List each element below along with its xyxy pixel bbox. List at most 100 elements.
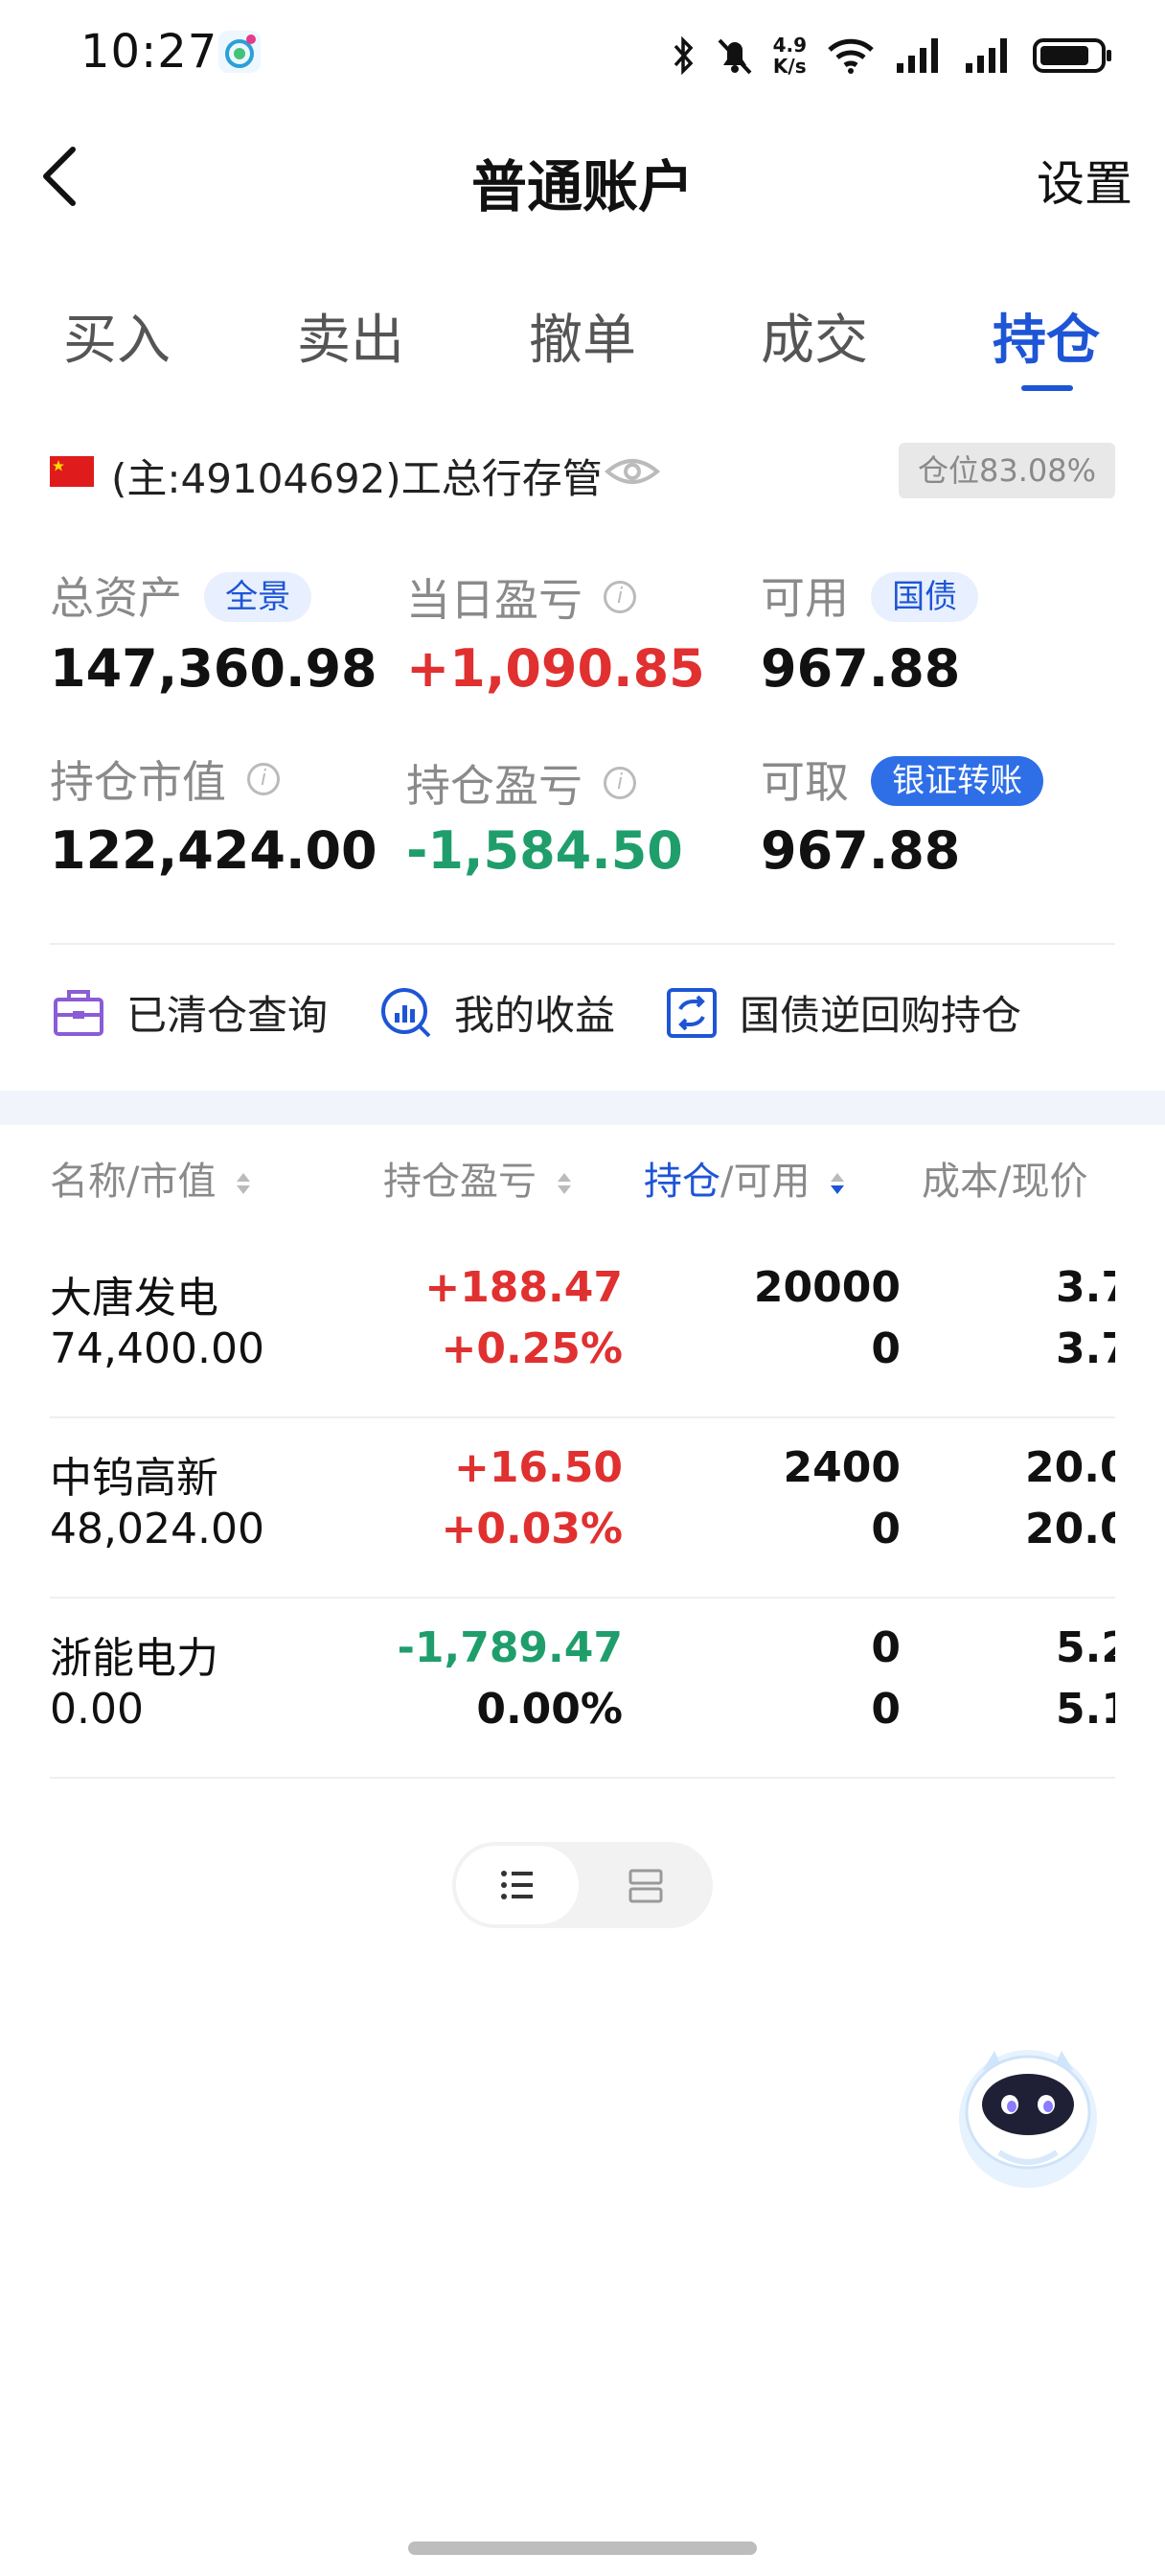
stock-pnl-pct: 0.00% bbox=[476, 1685, 623, 1734]
section-separator bbox=[0, 1091, 1165, 1125]
market-value-block: 持仓市值 i bbox=[50, 748, 280, 811]
header-position-label: 持仓 bbox=[644, 1160, 720, 1204]
cleared-positions-label: 已清仓查询 bbox=[126, 992, 329, 1039]
header-cost-label: 成本/现价 bbox=[922, 1160, 1088, 1204]
settings-button[interactable]: 设置 bbox=[1037, 146, 1132, 215]
total-assets-value: 147,360.98 bbox=[50, 638, 377, 699]
account-selector[interactable]: (主:49104692)工总行存管 bbox=[111, 447, 603, 505]
stock-position: 20000 bbox=[753, 1263, 901, 1312]
chart-circle-icon bbox=[381, 987, 431, 1037]
info-icon[interactable]: i bbox=[247, 763, 280, 795]
overview-pill-button[interactable]: 全景 bbox=[204, 572, 312, 622]
header-name-label: 名称/市值 bbox=[50, 1160, 217, 1204]
net-speed: 4.9 K/s bbox=[773, 34, 807, 77]
briefcase-icon bbox=[54, 989, 103, 1036]
my-earnings-label: 我的收益 bbox=[454, 992, 616, 1039]
tab-cancel[interactable]: 撤单 bbox=[529, 297, 636, 375]
stock-price: 5.150 bbox=[1056, 1685, 1115, 1734]
list-icon bbox=[501, 1871, 533, 1899]
tab-deals[interactable]: 成交 bbox=[761, 297, 868, 375]
card-view-icon bbox=[628, 1869, 663, 1903]
stock-cost: 3.711 bbox=[1056, 1263, 1115, 1312]
signal-icon-1 bbox=[897, 38, 938, 73]
withdrawable-value: 967.88 bbox=[761, 820, 961, 881]
market-value-value: 122,424.00 bbox=[50, 820, 377, 881]
stock-market-value: 74,400.00 bbox=[50, 1324, 264, 1373]
stock-pnl-pct: +0.03% bbox=[441, 1505, 623, 1553]
reverse-repo-link[interactable]: 国债逆回购持仓 bbox=[663, 983, 1021, 1042]
info-icon[interactable]: i bbox=[604, 581, 636, 613]
stock-position: 2400 bbox=[783, 1443, 901, 1492]
exchange-icon bbox=[667, 987, 717, 1038]
total-assets-block: 总资产 全景 bbox=[50, 564, 312, 627]
treasury-pill-button[interactable]: 国债 bbox=[871, 572, 979, 622]
cleared-positions-link[interactable]: 已清仓查询 bbox=[50, 983, 328, 1042]
table-row[interactable]: 大唐发电 74,400.00 +188.47 +0.25% 20000 0 3.… bbox=[50, 1236, 1115, 1418]
stock-pnl: +188.47 bbox=[424, 1263, 623, 1312]
sort-desc-icon bbox=[831, 1173, 845, 1194]
stock-name: 大唐发电 bbox=[50, 1274, 218, 1322]
header-name-sort[interactable]: 名称/市值 bbox=[50, 1150, 253, 1206]
reverse-repo-label: 国债逆回购持仓 bbox=[740, 992, 1022, 1039]
carrier-icon bbox=[218, 31, 261, 73]
tab-sell[interactable]: 卖出 bbox=[297, 297, 404, 375]
divider bbox=[50, 943, 1115, 945]
net-speed-unit: K/s bbox=[772, 55, 807, 78]
stock-available: 0 bbox=[871, 1324, 901, 1373]
stock-price: 20.010 bbox=[1025, 1505, 1115, 1553]
header-position-sort[interactable]: 持仓/可用 bbox=[644, 1150, 847, 1206]
stock-market-value: 0.00 bbox=[50, 1685, 144, 1734]
stock-available: 0 bbox=[871, 1685, 901, 1734]
stock-price: 3.720 bbox=[1056, 1324, 1115, 1373]
signal-icon-2 bbox=[966, 38, 1007, 73]
header-cost-sort[interactable]: 成本/现价 bbox=[922, 1150, 1115, 1206]
stock-pnl: -1,789.47 bbox=[397, 1623, 623, 1672]
header-pnl-label: 持仓盈亏 bbox=[383, 1160, 537, 1204]
available-label: 可用 bbox=[761, 572, 849, 624]
my-earnings-link[interactable]: 我的收益 bbox=[377, 983, 615, 1042]
stock-pnl: +16.50 bbox=[453, 1443, 623, 1492]
stock-market-value: 48,024.00 bbox=[50, 1505, 264, 1553]
net-speed-value: 4.9 bbox=[772, 34, 807, 57]
withdrawable-block: 可取 银证转账 bbox=[761, 748, 1044, 811]
tab-buy[interactable]: 买入 bbox=[63, 297, 171, 375]
info-icon[interactable]: i bbox=[604, 767, 636, 799]
daily-pnl-value: +1,090.85 bbox=[406, 638, 705, 699]
cost-price-clip: 3.711 3.720 bbox=[950, 1236, 1115, 1416]
available-block: 可用 国债 bbox=[761, 564, 979, 627]
bluetooth-icon bbox=[674, 35, 693, 76]
sort-icon bbox=[237, 1173, 251, 1194]
list-view-button[interactable] bbox=[456, 1846, 579, 1924]
stock-cost: 5.240 bbox=[1056, 1623, 1115, 1672]
stock-name: 浙能电力 bbox=[50, 1634, 218, 1683]
tab-positions[interactable]: 持仓 bbox=[993, 297, 1100, 375]
robot-icon bbox=[959, 2050, 1097, 2188]
available-value: 967.88 bbox=[761, 638, 961, 699]
table-row[interactable]: 中钨高新 48,024.00 +16.50 +0.03% 2400 0 20.0… bbox=[50, 1416, 1115, 1598]
home-indicator[interactable] bbox=[408, 2542, 757, 2555]
sort-icon bbox=[557, 1173, 571, 1194]
stock-pnl-pct: +0.25% bbox=[441, 1324, 623, 1373]
cost-price-clip: 20.003 20.010 bbox=[950, 1416, 1115, 1597]
header-pnl-sort[interactable]: 持仓盈亏 bbox=[383, 1150, 574, 1206]
tab-bar: 买入 卖出 撤单 成交 持仓 bbox=[0, 288, 1165, 393]
eye-icon[interactable] bbox=[604, 450, 661, 493]
tab-active-indicator bbox=[1021, 385, 1073, 391]
stock-available: 0 bbox=[871, 1505, 901, 1553]
header-available-label: /可用 bbox=[720, 1160, 811, 1204]
assistant-robot-button[interactable] bbox=[947, 2028, 1109, 2191]
position-pnl-label: 持仓盈亏 bbox=[406, 760, 582, 812]
withdrawable-label: 可取 bbox=[761, 756, 849, 808]
daily-pnl-label: 当日盈亏 bbox=[406, 574, 582, 626]
daily-pnl-block: 当日盈亏 i bbox=[406, 565, 636, 629]
table-row[interactable]: 浙能电力 0.00 -1,789.47 0.00% 0 0 5.240 5.15… bbox=[50, 1597, 1115, 1779]
bank-transfer-button[interactable]: 银证转账 bbox=[871, 756, 1044, 806]
china-flag-icon bbox=[50, 456, 94, 487]
stock-position: 0 bbox=[871, 1623, 901, 1672]
page-title: 普通账户 bbox=[470, 154, 694, 219]
stock-name: 中钨高新 bbox=[50, 1454, 218, 1503]
battery-icon bbox=[1033, 38, 1111, 73]
position-pnl-value: -1,584.50 bbox=[406, 820, 683, 881]
total-assets-label: 总资产 bbox=[50, 572, 182, 624]
card-view-button[interactable] bbox=[625, 1865, 667, 1907]
